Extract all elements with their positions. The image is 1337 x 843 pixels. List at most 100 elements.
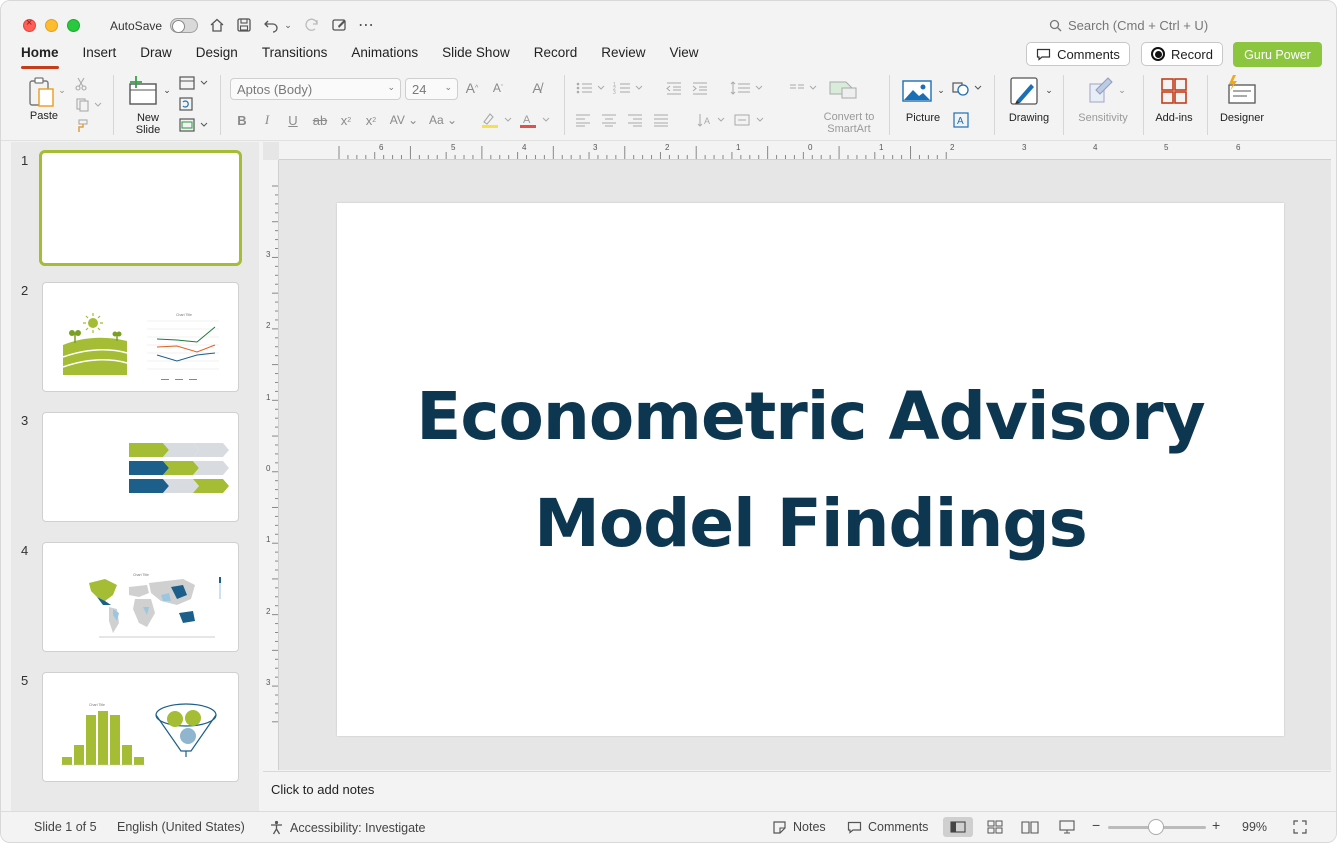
minimize-window-button[interactable] (45, 19, 58, 32)
section-icon[interactable] (177, 117, 209, 133)
present-from-beginning-icon[interactable] (329, 15, 349, 35)
slide-thumbnail-1[interactable] (39, 150, 242, 266)
zoom-slider-handle[interactable] (1148, 819, 1164, 835)
sensitivity-dropdown-chevron-icon[interactable]: ⌄ (1116, 85, 1128, 96)
increase-indent-icon[interactable] (691, 79, 709, 97)
slide-show-view-icon[interactable] (1052, 817, 1082, 837)
comments-toggle-button[interactable]: Comments (847, 820, 928, 834)
zoom-in-icon[interactable]: + (1212, 817, 1220, 833)
drawing-label: Drawing (1008, 112, 1050, 124)
comments-button[interactable]: Comments (1026, 42, 1130, 66)
align-left-icon[interactable] (574, 111, 592, 129)
tab-home[interactable]: Home (11, 43, 69, 69)
italic-icon[interactable]: I (259, 111, 275, 129)
superscript-icon[interactable]: x2 (338, 111, 354, 129)
subscript-icon[interactable]: x2 (363, 111, 379, 129)
justify-icon[interactable] (652, 111, 670, 129)
slide-canvas[interactable]: Econometric Advisory Model Findings (337, 203, 1284, 736)
paste-dropdown-chevron-icon[interactable]: ⌄ (57, 85, 67, 96)
bold-icon[interactable]: B (234, 111, 250, 129)
underline-icon[interactable]: U (285, 111, 301, 129)
paste-icon[interactable] (25, 75, 59, 109)
ribbon-separator (994, 75, 995, 135)
decrease-font-size-icon[interactable]: Aˇ (489, 79, 507, 97)
layout-icon[interactable] (177, 75, 209, 91)
fit-to-window-icon[interactable] (1285, 817, 1315, 837)
convert-to-smartart-icon[interactable] (827, 77, 859, 101)
change-case-icon[interactable]: Aa ⌄ (427, 111, 459, 129)
picture-icon[interactable] (901, 77, 933, 105)
highlight-color-icon[interactable] (479, 111, 513, 129)
guru-power-button[interactable]: Guru Power (1233, 42, 1322, 67)
font-name-select[interactable]: Aptos (Body) ⌄ (230, 78, 401, 100)
slide-sorter-view-icon[interactable] (980, 817, 1010, 837)
slide-thumbnail-5[interactable]: Chart Title (42, 672, 239, 782)
text-direction-icon[interactable]: A (695, 111, 727, 129)
picture-dropdown-chevron-icon[interactable]: ⌄ (935, 85, 947, 96)
cut-icon[interactable] (73, 76, 89, 92)
tab-insert[interactable]: Insert (73, 43, 127, 65)
numbering-icon[interactable]: 123 (612, 79, 644, 97)
slide-thumbnail-2[interactable]: Chart Title (42, 282, 239, 392)
thumbnail-5-chart-title: Chart Title (89, 703, 105, 707)
maximize-window-button[interactable] (67, 19, 80, 32)
more-options-icon[interactable]: ⋯ (356, 15, 376, 35)
tab-view[interactable]: View (660, 43, 709, 65)
reading-view-icon[interactable] (1015, 817, 1045, 837)
copy-icon[interactable] (73, 97, 103, 113)
zoom-level[interactable]: 99% (1242, 820, 1267, 834)
tab-review[interactable]: Review (591, 43, 655, 65)
tab-design[interactable]: Design (186, 43, 248, 65)
autosave-toggle[interactable] (170, 18, 198, 33)
reset-slide-icon[interactable] (177, 96, 195, 112)
new-slide-icon[interactable] (125, 75, 159, 107)
character-spacing-icon[interactable]: AV ⌄ (387, 111, 421, 129)
font-size-select[interactable]: 24 ⌄ (405, 78, 458, 100)
tab-slide-show[interactable]: Slide Show (432, 43, 520, 65)
format-painter-icon[interactable] (73, 118, 89, 134)
redo-icon[interactable] (302, 15, 322, 35)
notes-pane[interactable]: Click to add notes (263, 771, 1331, 809)
slide-thumbnail-3[interactable] (42, 412, 239, 522)
accessibility-checker[interactable]: Accessibility: Investigate (269, 820, 425, 835)
comment-icon (1036, 48, 1051, 61)
record-button-label: Record (1171, 46, 1213, 62)
undo-icon[interactable] (261, 15, 281, 35)
zoom-out-icon[interactable]: − (1092, 817, 1100, 833)
align-text-icon[interactable] (732, 111, 766, 129)
font-color-icon[interactable]: A (517, 111, 551, 129)
columns-icon[interactable] (787, 79, 819, 97)
shapes-icon[interactable] (951, 79, 983, 99)
clear-formatting-icon[interactable]: A̸ (528, 79, 546, 97)
normal-view-icon[interactable] (943, 817, 973, 837)
bullets-icon[interactable] (574, 79, 606, 97)
text-box-icon[interactable]: A (951, 111, 971, 129)
undo-dropdown-chevron-icon[interactable]: ⌄ (281, 15, 295, 35)
decrease-indent-icon[interactable] (665, 79, 683, 97)
slide-title[interactable]: Econometric Advisory Model Findings (416, 363, 1205, 577)
slide-thumbnail-4[interactable]: Chart Title (42, 542, 239, 652)
save-icon[interactable] (234, 15, 254, 35)
tab-draw[interactable]: Draw (130, 43, 182, 65)
home-icon[interactable] (207, 15, 227, 35)
thumbnail-4-graphic: Chart Title (89, 573, 221, 638)
line-spacing-icon[interactable] (729, 79, 765, 97)
designer-icon[interactable] (1224, 74, 1258, 106)
align-right-icon[interactable] (626, 111, 644, 129)
align-center-icon[interactable] (600, 111, 618, 129)
tab-animations[interactable]: Animations (341, 43, 428, 65)
drawing-dropdown-chevron-icon[interactable]: ⌄ (1043, 85, 1055, 96)
tab-transitions[interactable]: Transitions (252, 43, 338, 65)
close-window-button[interactable] (23, 17, 36, 32)
search-box[interactable]: Search (Cmd + Ctrl + U) (1049, 18, 1208, 33)
language-indicator[interactable]: English (United States) (117, 820, 245, 834)
strikethrough-icon[interactable]: ab (311, 111, 329, 129)
record-button[interactable]: Record (1141, 42, 1223, 66)
add-ins-icon[interactable] (1159, 76, 1189, 106)
tab-record[interactable]: Record (524, 43, 588, 65)
increase-font-size-icon[interactable]: A ^ (463, 79, 481, 97)
sensitivity-icon[interactable] (1085, 75, 1115, 107)
notes-toggle-button[interactable]: Notes (772, 820, 826, 834)
drawing-icon[interactable] (1008, 75, 1042, 107)
new-slide-dropdown-chevron-icon[interactable]: ⌄ (161, 85, 173, 96)
